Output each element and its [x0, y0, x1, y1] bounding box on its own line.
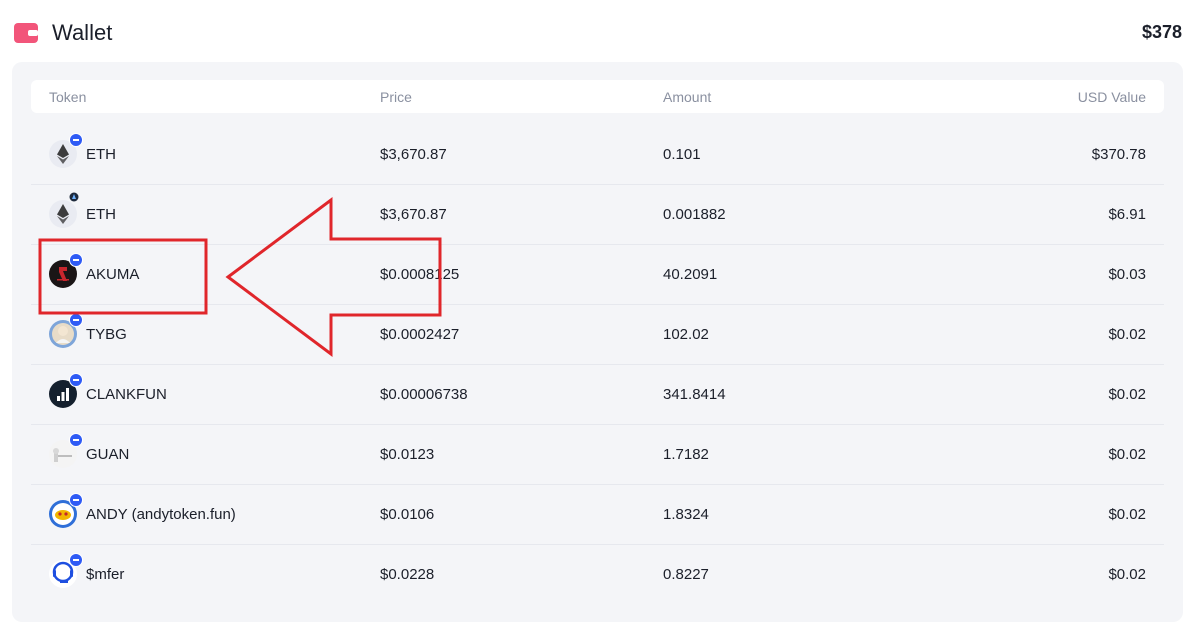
column-header-price[interactable]: Price [380, 89, 412, 105]
table-row[interactable]: AKUMA $0.0008125 40.2091 $0.03 [31, 245, 1164, 305]
token-amount: 102.02 [663, 326, 709, 343]
token-name: GUAN [86, 446, 130, 463]
token-amount: 0.001882 [663, 206, 726, 223]
wallet-total-value: $378 [1141, 22, 1182, 42]
token-name: TYBG [86, 326, 127, 343]
token-amount: 0.101 [663, 146, 701, 163]
column-header-token[interactable]: Token [49, 89, 86, 105]
token-rows: ETH $3,670.87 0.101 $370.78 ETH $3,670.8… [31, 125, 1164, 604]
minus-badge-icon [69, 433, 83, 447]
token-amount: 40.2091 [663, 266, 718, 283]
token-name: $mfer [86, 566, 125, 583]
wallet-icon [14, 23, 38, 43]
token-usd-value: $0.02 [1108, 386, 1146, 403]
token-price: $0.0106 [380, 506, 435, 523]
network-badge-icon [69, 192, 79, 202]
minus-badge-icon [69, 493, 83, 507]
token-usd-value: $0.02 [1108, 566, 1146, 583]
table-header: Token Price Amount USD Value [31, 80, 1164, 113]
table-row[interactable]: $mfer $0.0228 0.8227 $0.02 [31, 545, 1164, 604]
token-usd-value: $0.02 [1108, 506, 1146, 523]
token-price: $0.0228 [380, 566, 435, 583]
token-amount: 341.8414 [663, 386, 726, 403]
token-amount: 1.8324 [663, 506, 709, 523]
table-row[interactable]: TYBG $0.0002427 102.02 $0.02 [31, 305, 1164, 365]
token-name: ETH [86, 206, 116, 223]
table-row[interactable]: ETH $3,670.87 0.101 $370.78 [31, 125, 1164, 185]
minus-badge-icon [69, 133, 83, 147]
token-name: ETH [86, 146, 116, 163]
token-name: AKUMA [86, 266, 140, 283]
token-price: $0.0002427 [380, 326, 460, 343]
token-name: ANDY (andytoken.fun) [86, 506, 236, 523]
token-table-card: Token Price Amount USD Value ETH $3,670.… [12, 62, 1183, 622]
table-row[interactable]: CLANKFUN $0.00006738 341.8414 $0.02 [31, 365, 1164, 425]
token-amount: 1.7182 [663, 446, 709, 463]
column-header-usd-value[interactable]: USD Value [1078, 89, 1146, 105]
minus-badge-icon [69, 553, 83, 567]
minus-badge-icon [69, 253, 83, 267]
token-price: $0.0123 [380, 446, 435, 463]
table-row[interactable]: ANDY (andytoken.fun) $0.0106 1.8324 $0.0… [31, 485, 1164, 545]
minus-badge-icon [69, 373, 83, 387]
wallet-header: Wallet $378 [12, 18, 1182, 50]
token-amount: 0.8227 [663, 566, 709, 583]
token-price: $3,670.87 [380, 206, 447, 223]
token-price: $0.0008125 [380, 266, 460, 283]
token-usd-value: $0.02 [1108, 326, 1146, 343]
page-title: Wallet [52, 20, 113, 45]
token-usd-value: $370.78 [1091, 146, 1146, 163]
token-usd-value: $0.03 [1108, 266, 1146, 283]
token-price: $0.00006738 [380, 386, 468, 403]
token-price: $3,670.87 [380, 146, 447, 163]
eth-icon [49, 200, 77, 228]
token-name: CLANKFUN [86, 386, 167, 403]
minus-badge-icon [69, 313, 83, 327]
token-usd-value: $0.02 [1108, 446, 1146, 463]
token-usd-value: $6.91 [1108, 206, 1146, 223]
table-row[interactable]: ETH $3,670.87 0.001882 $6.91 [31, 185, 1164, 245]
column-header-amount[interactable]: Amount [663, 89, 711, 105]
table-row[interactable]: GUAN $0.0123 1.7182 $0.02 [31, 425, 1164, 485]
